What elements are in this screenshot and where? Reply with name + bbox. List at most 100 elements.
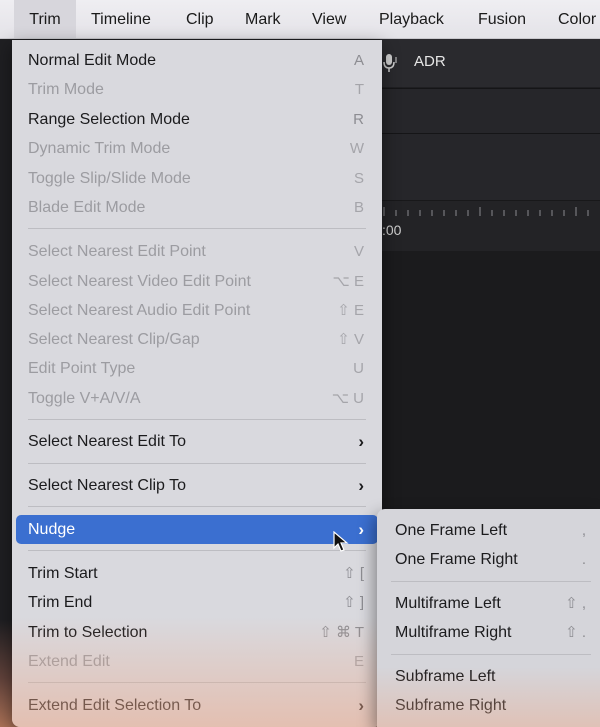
- submenu-item-one-frame-right[interactable]: One Frame Right .: [381, 545, 596, 574]
- menu-item-range-selection-mode[interactable]: Range Selection Mode R: [16, 105, 378, 134]
- toolbar-strip: [380, 39, 600, 87]
- menu-item-label: Dynamic Trim Mode: [28, 140, 171, 157]
- menu-item-label: Trim to Selection: [28, 624, 148, 641]
- nudge-submenu: One Frame Left , One Frame Right . Multi…: [377, 509, 600, 727]
- shortcut-label: ⇧ .: [565, 624, 586, 641]
- submenu-item-subframe-right[interactable]: Subframe Right: [381, 691, 596, 720]
- menu-item-trim-end[interactable]: Trim End ⇧ ]: [16, 588, 378, 617]
- shortcut-label: .: [581, 551, 586, 568]
- menu-item-select-nearest-edit-to[interactable]: Select Nearest Edit To ›: [16, 427, 378, 456]
- menu-item-label: Toggle Slip/Slide Mode: [28, 170, 191, 187]
- menu-item-label: Trim Start: [28, 565, 98, 582]
- menu-item-label: One Frame Left: [395, 522, 508, 539]
- menu-separator: [28, 506, 366, 507]
- menu-item-blade-edit-mode[interactable]: Blade Edit Mode B: [16, 193, 378, 222]
- menu-item-label: Select Nearest Edit Point: [28, 243, 206, 260]
- menu-separator: [28, 419, 366, 420]
- microphone-icon[interactable]: [382, 53, 398, 73]
- menu-item-select-nearest-clip-to[interactable]: Select Nearest Clip To ›: [16, 471, 378, 500]
- menu-item-label: One Frame Right: [395, 551, 518, 568]
- menu-item-label: Nudge: [28, 521, 76, 538]
- menu-playback[interactable]: Playback: [379, 0, 444, 38]
- menu-mark[interactable]: Mark: [245, 0, 281, 38]
- chevron-right-icon: ›: [358, 476, 364, 495]
- menu-item-label: Trim Mode: [28, 81, 104, 98]
- menu-item-extend-edit-selection-to[interactable]: Extend Edit Selection To ›: [16, 691, 378, 720]
- shortcut-label: T: [354, 81, 364, 98]
- menu-item-label: Select Nearest Clip/Gap: [28, 331, 200, 348]
- menu-view[interactable]: View: [312, 0, 346, 38]
- submenu-item-one-frame-left[interactable]: One Frame Left ,: [381, 516, 596, 545]
- panel-row: [380, 133, 600, 200]
- menu-item-dynamic-trim-mode[interactable]: Dynamic Trim Mode W: [16, 134, 378, 163]
- shortcut-label: W: [349, 140, 364, 157]
- menu-item-label: Select Nearest Audio Edit Point: [28, 302, 251, 319]
- menu-separator: [391, 654, 591, 655]
- menu-separator: [391, 581, 591, 582]
- menu-timeline[interactable]: Timeline: [91, 0, 151, 38]
- menu-item-label: Edit Point Type: [28, 360, 136, 377]
- mouse-cursor-icon: [333, 531, 349, 552]
- menu-item-label: Extend Edit: [28, 653, 110, 670]
- menu-separator: [28, 550, 366, 551]
- adr-label[interactable]: ADR: [414, 53, 446, 70]
- menu-fusion[interactable]: Fusion: [478, 0, 526, 38]
- menu-color[interactable]: Color: [558, 0, 596, 38]
- shortcut-label: A: [353, 52, 364, 69]
- menu-item-select-nearest-clip-gap[interactable]: Select Nearest Clip/Gap ⇧ V: [16, 325, 378, 354]
- panel-row: [380, 88, 600, 133]
- menu-item-label: Toggle V+A/V/A: [28, 390, 141, 407]
- menu-trim[interactable]: Trim: [14, 0, 76, 38]
- menu-item-label: Subframe Right: [395, 697, 507, 714]
- shortcut-label: R: [353, 111, 364, 128]
- menu-item-select-nearest-video-edit-point[interactable]: Select Nearest Video Edit Point ⌥ E: [16, 267, 378, 296]
- shortcut-label: ⇧ E: [337, 302, 364, 319]
- shortcut-label: ⇧ ⌘ T: [319, 624, 364, 641]
- submenu-item-subframe-left[interactable]: Subframe Left: [381, 662, 596, 691]
- shortcut-label: E: [353, 653, 364, 670]
- menu-item-trim-to-selection[interactable]: Trim to Selection ⇧ ⌘ T: [16, 618, 378, 647]
- menu-clip[interactable]: Clip: [186, 0, 214, 38]
- menu-separator: [28, 228, 366, 229]
- menu-item-label: Subframe Left: [395, 668, 496, 685]
- chevron-right-icon: ›: [358, 520, 364, 539]
- menu-item-extend-edit[interactable]: Extend Edit E: [16, 647, 378, 676]
- menu-item-label: Range Selection Mode: [28, 111, 190, 128]
- trim-menu: Normal Edit Mode A Trim Mode T Range Sel…: [12, 40, 382, 727]
- menu-item-nudge[interactable]: Nudge ›: [16, 515, 378, 544]
- shortcut-label: ,: [581, 522, 586, 539]
- shortcut-label: ⇧ [: [343, 565, 364, 582]
- menu-item-label: Multiframe Left: [395, 595, 501, 612]
- shortcut-label: ⇧ V: [337, 331, 364, 348]
- shortcut-label: S: [353, 170, 364, 187]
- shortcut-label: U: [353, 360, 364, 377]
- menu-item-normal-edit-mode[interactable]: Normal Edit Mode A: [16, 46, 378, 75]
- menu-item-label: Trim End: [28, 594, 93, 611]
- submenu-item-multiframe-right[interactable]: Multiframe Right ⇧ .: [381, 618, 596, 647]
- shortcut-label: ⇧ ,: [565, 595, 586, 612]
- menu-item-label: Select Nearest Video Edit Point: [28, 273, 251, 290]
- menu-item-toggle-slip-slide-mode[interactable]: Toggle Slip/Slide Mode S: [16, 164, 378, 193]
- shortcut-label: B: [353, 199, 364, 216]
- menu-item-select-nearest-audio-edit-point[interactable]: Select Nearest Audio Edit Point ⇧ E: [16, 296, 378, 325]
- menu-item-trim-mode[interactable]: Trim Mode T: [16, 75, 378, 104]
- menu-item-label: Multiframe Right: [395, 624, 512, 641]
- menu-item-label: Extend Edit Selection To: [28, 697, 202, 714]
- ruler-timecode: :00: [382, 222, 402, 238]
- menu-item-select-nearest-edit-point[interactable]: Select Nearest Edit Point V: [16, 237, 378, 266]
- menu-bar: Trim Timeline Clip Mark View Playback Fu…: [0, 0, 600, 39]
- menu-item-trim-start[interactable]: Trim Start ⇧ [: [16, 559, 378, 588]
- menu-separator: [28, 463, 366, 464]
- menu-item-label: Select Nearest Clip To: [28, 477, 186, 494]
- menu-item-edit-point-type[interactable]: Edit Point Type U: [16, 354, 378, 383]
- submenu-item-multiframe-left[interactable]: Multiframe Left ⇧ ,: [381, 589, 596, 618]
- shortcut-label: V: [353, 243, 364, 260]
- menu-item-label: Normal Edit Mode: [28, 52, 157, 69]
- chevron-right-icon: ›: [358, 696, 364, 715]
- menu-item-label: Blade Edit Mode: [28, 199, 146, 216]
- menu-item-toggle-v-a[interactable]: Toggle V+A/V/A ⌥ U: [16, 384, 378, 413]
- shortcut-label: ⌥ E: [332, 273, 364, 290]
- chevron-right-icon: ›: [358, 432, 364, 451]
- menu-item-label: Select Nearest Edit To: [28, 433, 187, 450]
- shortcut-label: ⌥ U: [331, 390, 364, 407]
